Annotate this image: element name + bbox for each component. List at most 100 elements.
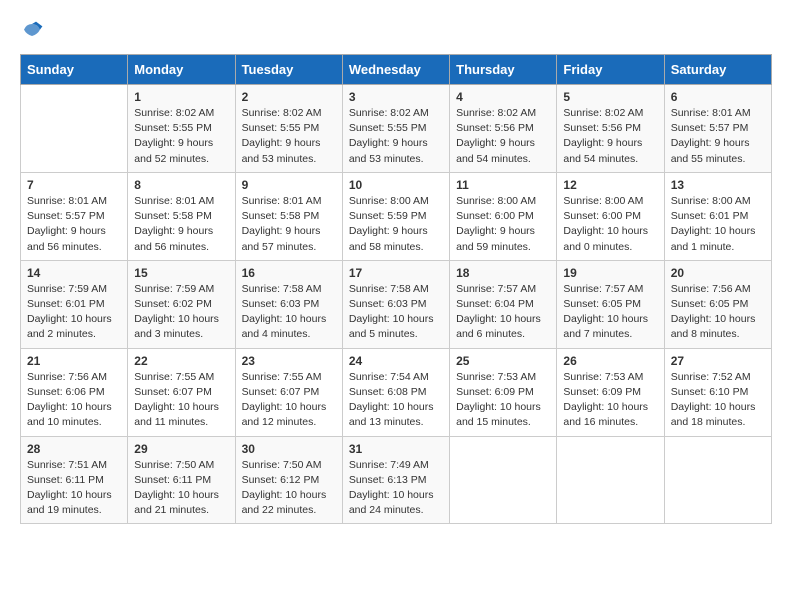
day-cell: 3 Sunrise: 8:02 AMSunset: 5:55 PMDaylight… xyxy=(342,85,449,173)
day-cell: 29 Sunrise: 7:50 AMSunset: 6:11 PMDayligh… xyxy=(128,436,235,524)
day-cell: 24Sunrise: 7:54 AMSunset: 6:08 PMDayligh… xyxy=(342,348,449,436)
day-cell xyxy=(557,436,664,524)
day-cell: 10 Sunrise: 8:00 AMSunset: 5:59 PMDayligh… xyxy=(342,172,449,260)
day-info: Sunrise: 7:57 AMSunset: 6:04 PMDaylight:… xyxy=(456,282,550,343)
day-cell: 6 Sunrise: 8:01 AMSunset: 5:57 PMDaylight… xyxy=(664,85,771,173)
col-header-friday: Friday xyxy=(557,55,664,85)
day-info: Sunrise: 7:59 AMSunset: 6:01 PMDaylight:… xyxy=(27,282,121,343)
day-cell: 13Sunrise: 8:00 AMSunset: 6:01 PMDayligh… xyxy=(664,172,771,260)
day-number: 4 xyxy=(456,90,550,104)
day-cell: 23 Sunrise: 7:55 AMSunset: 6:07 PMDayligh… xyxy=(235,348,342,436)
day-number: 23 xyxy=(242,354,336,368)
day-number: 7 xyxy=(27,178,121,192)
day-cell: 14Sunrise: 7:59 AMSunset: 6:01 PMDayligh… xyxy=(21,260,128,348)
calendar-table: SundayMondayTuesdayWednesdayThursdayFrid… xyxy=(20,54,772,524)
day-info: Sunrise: 7:57 AMSunset: 6:05 PMDaylight:… xyxy=(563,282,657,343)
day-cell: 4 Sunrise: 8:02 AMSunset: 5:56 PMDaylight… xyxy=(450,85,557,173)
day-cell: 8 Sunrise: 8:01 AMSunset: 5:58 PMDaylight… xyxy=(128,172,235,260)
col-header-saturday: Saturday xyxy=(664,55,771,85)
day-number: 30 xyxy=(242,442,336,456)
day-info: Sunrise: 7:50 AMSunset: 6:11 PMDaylight:… xyxy=(134,458,228,519)
day-info: Sunrise: 7:56 AMSunset: 6:06 PMDaylight:… xyxy=(27,370,121,431)
day-number: 12 xyxy=(563,178,657,192)
day-cell: 16 Sunrise: 7:58 AMSunset: 6:03 PMDayligh… xyxy=(235,260,342,348)
page-header xyxy=(20,20,772,44)
logo xyxy=(20,20,48,44)
day-info: Sunrise: 7:53 AMSunset: 6:09 PMDaylight:… xyxy=(563,370,657,431)
day-number: 10 xyxy=(349,178,443,192)
col-header-thursday: Thursday xyxy=(450,55,557,85)
day-info: Sunrise: 7:50 AMSunset: 6:12 PMDaylight:… xyxy=(242,458,336,519)
day-cell: 21Sunrise: 7:56 AMSunset: 6:06 PMDayligh… xyxy=(21,348,128,436)
day-info: Sunrise: 7:53 AMSunset: 6:09 PMDaylight:… xyxy=(456,370,550,431)
day-number: 29 xyxy=(134,442,228,456)
day-info: Sunrise: 8:02 AMSunset: 5:56 PMDaylight:… xyxy=(456,106,550,167)
day-number: 8 xyxy=(134,178,228,192)
day-cell: 31 Sunrise: 7:49 AMSunset: 6:13 PMDayligh… xyxy=(342,436,449,524)
day-number: 5 xyxy=(563,90,657,104)
day-cell: 1 Sunrise: 8:02 AMSunset: 5:55 PMDaylight… xyxy=(128,85,235,173)
col-header-tuesday: Tuesday xyxy=(235,55,342,85)
logo-icon xyxy=(20,20,44,44)
day-info: Sunrise: 7:52 AMSunset: 6:10 PMDaylight:… xyxy=(671,370,765,431)
day-number: 19 xyxy=(563,266,657,280)
day-cell: 25Sunrise: 7:53 AMSunset: 6:09 PMDayligh… xyxy=(450,348,557,436)
day-cell xyxy=(664,436,771,524)
day-info: Sunrise: 8:02 AMSunset: 5:55 PMDaylight:… xyxy=(349,106,443,167)
header-row: SundayMondayTuesdayWednesdayThursdayFrid… xyxy=(21,55,772,85)
day-cell: 9 Sunrise: 8:01 AMSunset: 5:58 PMDaylight… xyxy=(235,172,342,260)
day-info: Sunrise: 7:59 AMSunset: 6:02 PMDaylight:… xyxy=(134,282,228,343)
day-number: 27 xyxy=(671,354,765,368)
week-row-5: 28Sunrise: 7:51 AMSunset: 6:11 PMDayligh… xyxy=(21,436,772,524)
day-cell: 18 Sunrise: 7:57 AMSunset: 6:04 PMDayligh… xyxy=(450,260,557,348)
day-number: 31 xyxy=(349,442,443,456)
day-cell: 30 Sunrise: 7:50 AMSunset: 6:12 PMDayligh… xyxy=(235,436,342,524)
day-info: Sunrise: 8:01 AMSunset: 5:58 PMDaylight:… xyxy=(134,194,228,255)
day-cell xyxy=(450,436,557,524)
day-number: 17 xyxy=(349,266,443,280)
day-number: 3 xyxy=(349,90,443,104)
week-row-3: 14Sunrise: 7:59 AMSunset: 6:01 PMDayligh… xyxy=(21,260,772,348)
day-info: Sunrise: 8:00 AMSunset: 5:59 PMDaylight:… xyxy=(349,194,443,255)
day-info: Sunrise: 8:01 AMSunset: 5:58 PMDaylight:… xyxy=(242,194,336,255)
day-number: 15 xyxy=(134,266,228,280)
day-info: Sunrise: 7:49 AMSunset: 6:13 PMDaylight:… xyxy=(349,458,443,519)
day-number: 1 xyxy=(134,90,228,104)
day-cell: 19 Sunrise: 7:57 AMSunset: 6:05 PMDayligh… xyxy=(557,260,664,348)
day-info: Sunrise: 8:01 AMSunset: 5:57 PMDaylight:… xyxy=(671,106,765,167)
day-cell: 2 Sunrise: 8:02 AMSunset: 5:55 PMDaylight… xyxy=(235,85,342,173)
week-row-1: 1 Sunrise: 8:02 AMSunset: 5:55 PMDaylight… xyxy=(21,85,772,173)
day-number: 18 xyxy=(456,266,550,280)
day-info: Sunrise: 8:00 AMSunset: 6:00 PMDaylight:… xyxy=(456,194,550,255)
day-info: Sunrise: 8:00 AMSunset: 6:01 PMDaylight:… xyxy=(671,194,765,255)
day-cell: 28Sunrise: 7:51 AMSunset: 6:11 PMDayligh… xyxy=(21,436,128,524)
day-info: Sunrise: 7:55 AMSunset: 6:07 PMDaylight:… xyxy=(242,370,336,431)
day-number: 9 xyxy=(242,178,336,192)
day-cell: 15 Sunrise: 7:59 AMSunset: 6:02 PMDayligh… xyxy=(128,260,235,348)
day-cell: 22 Sunrise: 7:55 AMSunset: 6:07 PMDayligh… xyxy=(128,348,235,436)
day-info: Sunrise: 8:00 AMSunset: 6:00 PMDaylight:… xyxy=(563,194,657,255)
week-row-2: 7 Sunrise: 8:01 AMSunset: 5:57 PMDaylight… xyxy=(21,172,772,260)
day-info: Sunrise: 8:02 AMSunset: 5:56 PMDaylight:… xyxy=(563,106,657,167)
day-cell: 5 Sunrise: 8:02 AMSunset: 5:56 PMDaylight… xyxy=(557,85,664,173)
day-number: 2 xyxy=(242,90,336,104)
day-number: 16 xyxy=(242,266,336,280)
day-number: 20 xyxy=(671,266,765,280)
day-cell: 11Sunrise: 8:00 AMSunset: 6:00 PMDayligh… xyxy=(450,172,557,260)
week-row-4: 21Sunrise: 7:56 AMSunset: 6:06 PMDayligh… xyxy=(21,348,772,436)
day-info: Sunrise: 8:02 AMSunset: 5:55 PMDaylight:… xyxy=(242,106,336,167)
day-info: Sunrise: 8:01 AMSunset: 5:57 PMDaylight:… xyxy=(27,194,121,255)
day-info: Sunrise: 7:56 AMSunset: 6:05 PMDaylight:… xyxy=(671,282,765,343)
day-info: Sunrise: 7:55 AMSunset: 6:07 PMDaylight:… xyxy=(134,370,228,431)
day-number: 26 xyxy=(563,354,657,368)
day-number: 22 xyxy=(134,354,228,368)
day-cell: 12 Sunrise: 8:00 AMSunset: 6:00 PMDayligh… xyxy=(557,172,664,260)
day-cell: 20 Sunrise: 7:56 AMSunset: 6:05 PMDayligh… xyxy=(664,260,771,348)
day-cell: 7 Sunrise: 8:01 AMSunset: 5:57 PMDaylight… xyxy=(21,172,128,260)
day-info: Sunrise: 7:58 AMSunset: 6:03 PMDaylight:… xyxy=(242,282,336,343)
day-info: Sunrise: 8:02 AMSunset: 5:55 PMDaylight:… xyxy=(134,106,228,167)
day-number: 6 xyxy=(671,90,765,104)
col-header-monday: Monday xyxy=(128,55,235,85)
day-number: 24 xyxy=(349,354,443,368)
day-info: Sunrise: 7:51 AMSunset: 6:11 PMDaylight:… xyxy=(27,458,121,519)
